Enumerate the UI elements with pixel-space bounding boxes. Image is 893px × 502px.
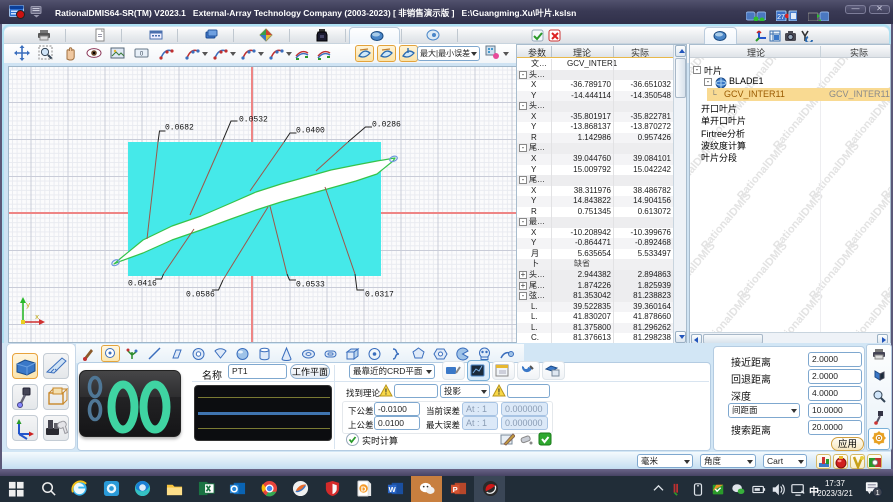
svg-text:0.0586: 0.0586: [186, 291, 215, 300]
svg-text:1: 1: [876, 488, 880, 497]
svg-text:0.0532: 0.0532: [239, 116, 268, 125]
svg-text:y: y: [26, 302, 30, 310]
svg-text:27: 27: [777, 14, 785, 21]
svg-text:D: D: [361, 484, 367, 493]
svg-text:0.0682: 0.0682: [165, 124, 194, 133]
svg-text:0.0286: 0.0286: [372, 121, 401, 130]
svg-text:!: !: [498, 388, 501, 397]
svg-text:0.0400: 0.0400: [296, 127, 325, 136]
svg-text:!: !: [385, 388, 388, 397]
svg-text:0.0317: 0.0317: [365, 291, 394, 300]
svg-text:0.0416: 0.0416: [128, 280, 157, 289]
svg-text:P: P: [453, 485, 458, 494]
svg-text:0.0533: 0.0533: [296, 281, 325, 290]
svg-text:W: W: [389, 485, 397, 494]
svg-text:x: x: [35, 314, 39, 322]
